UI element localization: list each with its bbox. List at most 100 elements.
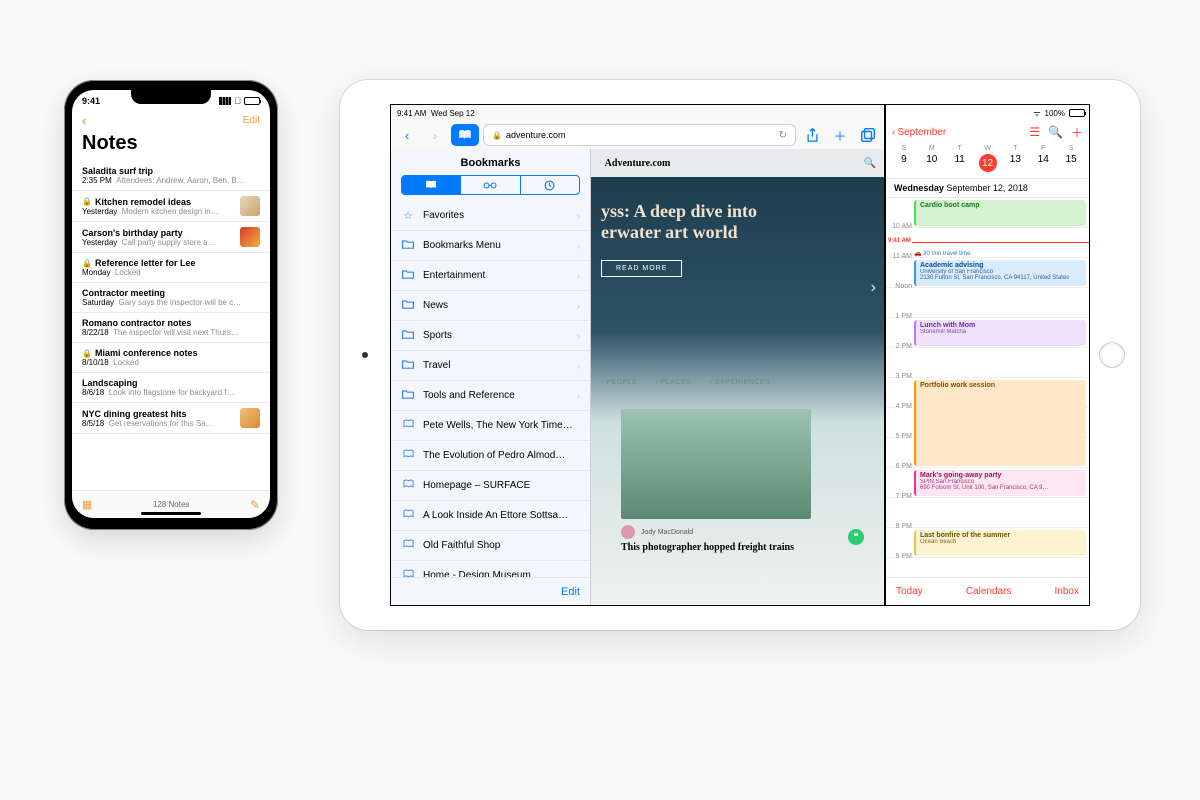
seg-bookmarks[interactable] [402,176,460,194]
lock-icon: 🔒 [82,197,92,206]
bookmark-row[interactable]: Old Faithful Shop [391,531,590,561]
bookmark-row[interactable]: A Look Inside An Ettore Sottsa… [391,501,590,531]
note-row[interactable]: 🔒 Reference letter for Lee Monday Locked [72,253,270,283]
event-title: Cardio boot camp [920,202,1082,209]
day-cell[interactable]: 10 [918,152,946,174]
hour-label: Noon [888,283,912,290]
wifi-icon: ᯤ [1033,108,1040,119]
calendar-event[interactable]: Mark's going-away party SPIN San Francis… [914,470,1086,496]
note-subtitle: 8/6/18 Look into flagstone for backyard … [82,388,260,397]
calendar-back-button[interactable]: ‹ September [892,127,946,138]
bookmarks-list[interactable]: ☆ Favorites › Bookmarks Menu › Entertain… [391,201,590,577]
edit-button[interactable]: Edit [243,115,260,126]
note-title: Romano contractor notes [82,318,192,328]
home-indicator[interactable] [141,512,201,515]
bookmark-row[interactable]: Pete Wells, The New York Time… [391,411,590,441]
note-title: Reference letter for Lee [95,258,196,268]
bookmark-row[interactable]: Entertainment › [391,261,590,291]
new-tab-button[interactable]: ＋ [828,123,852,147]
event-title: Lunch with Mom [920,322,1082,329]
today-button[interactable]: Today [896,586,923,597]
bookmark-label: Sports [423,330,569,341]
hour-row[interactable]: 2 PM [886,348,1089,378]
weekday-label: M [918,145,946,152]
calendar-event[interactable]: Portfolio work session [914,380,1086,466]
site-tab[interactable]: ◦ PEOPLE [601,379,637,386]
share-button[interactable] [800,123,824,147]
bookmark-row[interactable]: The Evolution of Pedro Almod… [391,441,590,471]
attachments-icon[interactable]: ▦ [82,498,92,511]
seg-reading-list[interactable] [460,176,519,194]
bookmark-row[interactable]: Tools and Reference › [391,381,590,411]
note-row[interactable]: Saladita surf trip 2:35 PM Attendees: An… [72,161,270,191]
nav-forward-button[interactable]: › [423,123,447,147]
address-text: adventure.com [506,130,566,140]
site-tab[interactable]: ◦ EXPERIENCES [710,379,771,386]
note-subtitle: Yesterday Modern kitchen design in… [82,207,235,216]
chevron-right-icon: › [577,361,580,371]
day-picker[interactable]: 9101112131415 [886,152,1089,179]
calendar-event[interactable]: Academic advising University of San Fran… [914,260,1086,286]
note-row[interactable]: Romano contractor notes 8/22/18 The insp… [72,313,270,343]
hour-row[interactable]: 9 PM [886,558,1089,577]
day-cell[interactable]: 15 [1057,152,1085,174]
list-view-icon[interactable]: ☰ [1029,125,1040,139]
bookmarks-segmented[interactable] [401,175,580,195]
compose-icon[interactable]: ✎ [250,498,260,512]
search-icon[interactable]: 🔍 [1048,125,1063,139]
calendar-event[interactable]: Cardio boot camp [914,200,1086,226]
note-row[interactable]: 🔒 Miami conference notes 8/10/18 Locked [72,343,270,373]
safari-chrome: 9:41 AM Wed Sep 12 ‹ › 🔒 adventure.com ↻ [391,105,884,150]
seg-history[interactable] [520,176,579,194]
add-event-icon[interactable]: ＋ [1071,124,1083,141]
day-cell[interactable]: 12 [974,152,1002,174]
chevron-right-icon: › [577,271,580,281]
calendar-event[interactable]: Lunch with Mom Stonemill Matcha [914,320,1086,346]
article-byline: Jody MacDonald [621,525,811,539]
calendars-button[interactable]: Calendars [966,586,1012,597]
nav-back-button[interactable]: ‹ [395,123,419,147]
site-tab[interactable]: ◦ PLACES [655,379,691,386]
note-row[interactable]: Carson's birthday party Yesterday Call p… [72,222,270,253]
read-more-button[interactable]: READ MORE [601,260,682,277]
tabs-button[interactable] [856,123,880,147]
bookmark-row[interactable]: Sports › [391,321,590,351]
back-button[interactable]: ‹ [82,113,86,128]
hour-label: 4 PM [888,403,912,410]
day-cell[interactable]: 9 [890,152,918,174]
bookmark-row[interactable]: Homepage – SURFACE [391,471,590,501]
day-cell[interactable]: 13 [1001,152,1029,174]
inbox-button[interactable]: Inbox [1055,586,1079,597]
bookmark-row[interactable]: Bookmarks Menu › [391,231,590,261]
chat-widget-icon[interactable]: ❝ [848,529,864,545]
bookmarks-edit-button[interactable]: Edit [391,577,590,605]
calendar-grid[interactable]: 9 AM10 AM11 AMNoon1 PM2 PM3 PM4 PM5 PM6 … [886,198,1089,577]
reload-icon[interactable]: ↻ [779,130,787,141]
hour-row[interactable]: 7 PM [886,498,1089,528]
note-row[interactable]: Landscaping 8/6/18 Look into flagstone f… [72,373,270,403]
note-row[interactable]: 🔒 Kitchen remodel ideas Yesterday Modern… [72,191,270,222]
notes-list[interactable]: Saladita surf trip 2:35 PM Attendees: An… [72,161,270,434]
bookmark-row[interactable]: Travel › [391,351,590,381]
site-search-icon[interactable]: 🔍 [864,158,876,169]
bookmark-row[interactable]: News › [391,291,590,321]
address-bar[interactable]: 🔒 adventure.com ↻ [483,124,796,146]
article-card[interactable]: Jody MacDonald This photographer hopped … [621,409,811,553]
home-button[interactable] [1099,342,1125,368]
bookmark-row[interactable]: Home - Design Museum [391,561,590,577]
site-logo[interactable]: Adventure.com [605,158,671,169]
bookmarks-title: Bookmarks [391,149,590,175]
day-cell[interactable]: 11 [946,152,974,174]
bookmark-label: A Look Inside An Ettore Sottsa… [423,510,580,521]
bookmarks-button[interactable] [451,124,479,146]
article-title: This photographer hopped freight trains [621,542,811,553]
bookmark-row[interactable]: ☆ Favorites › [391,201,590,231]
calendar-event[interactable]: Last bonfire of the summer Ocean Beach [914,530,1086,556]
hour-row[interactable]: Noon [886,288,1089,318]
folder-icon [401,359,415,372]
day-cell[interactable]: 14 [1029,152,1057,174]
note-row[interactable]: Contractor meeting Saturday Gary says th… [72,283,270,313]
note-row[interactable]: NYC dining greatest hits 8/5/18 Get rese… [72,403,270,434]
carousel-next-icon[interactable]: › [871,279,876,297]
author-name: Jody MacDonald [641,529,693,536]
